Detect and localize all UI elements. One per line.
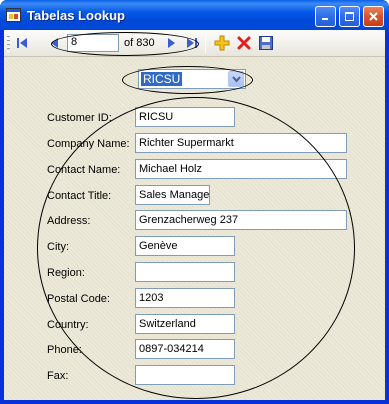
lookup-combobox[interactable]: RICSU (138, 69, 246, 89)
position-item-field[interactable]: 8 (67, 34, 119, 52)
fax-label: Fax: (47, 370, 69, 382)
postal-code-label: Postal Code: (47, 293, 110, 305)
country-label: Country: (47, 319, 89, 331)
contact-name-label: Contact Name: (47, 164, 121, 176)
fax-field[interactable] (135, 365, 235, 385)
move-next-icon[interactable] (164, 35, 180, 51)
minimize-icon (322, 18, 328, 20)
address-label: Address: (47, 215, 91, 227)
add-new-icon[interactable] (214, 35, 230, 51)
contact-title-field[interactable]: Sales Manage (135, 185, 210, 205)
phone-field[interactable]: 0897-034214 (135, 339, 235, 359)
chevron-down-icon (231, 75, 241, 83)
toolbar-grip[interactable] (7, 35, 10, 52)
contact-name-field[interactable]: Michael Holz (135, 159, 347, 179)
customer-id-field[interactable]: RICSU (135, 107, 235, 127)
company-name-field[interactable]: Richter Supermarkt (135, 133, 347, 153)
city-label: City: (47, 241, 69, 253)
save-icon[interactable] (258, 35, 274, 51)
company-name-label: Company Name: (47, 138, 130, 150)
country-field[interactable]: Switzerland (135, 314, 235, 334)
region-field[interactable] (135, 262, 235, 282)
delete-icon[interactable] (236, 35, 252, 51)
app-form-icon (6, 8, 21, 22)
move-previous-icon[interactable] (46, 35, 62, 51)
maximize-icon (345, 12, 354, 21)
record-count-label: of 830 (124, 37, 155, 49)
form-client-area: 8 of 830 RICSU Customer ID: RICSU Compan… (4, 30, 385, 400)
postal-code-field[interactable]: 1203 (135, 288, 235, 308)
minimize-button[interactable] (315, 6, 336, 27)
address-field[interactable]: Grenzacherweg 237 (135, 210, 347, 230)
close-icon (369, 12, 378, 21)
title-bar[interactable]: Tabelas Lookup (0, 0, 389, 30)
move-last-icon[interactable] (184, 35, 200, 51)
move-first-icon[interactable] (14, 35, 30, 51)
close-button[interactable] (363, 6, 384, 27)
toolbar-separator (205, 34, 206, 53)
combobox-dropdown-button[interactable] (228, 71, 244, 87)
phone-label: Phone: (47, 344, 82, 356)
city-field[interactable]: Genève (135, 236, 235, 256)
region-label: Region: (47, 267, 85, 279)
customer-id-label: Customer ID: (47, 112, 112, 124)
binding-navigator: 8 of 830 (4, 30, 385, 57)
contact-title-label: Contact Title: (47, 190, 112, 202)
window-title: Tabelas Lookup (27, 8, 125, 23)
lookup-selected-value: RICSU (141, 72, 183, 86)
app-window: Tabelas Lookup 8 of 830 RICSU Customer I… (0, 0, 389, 404)
maximize-button[interactable] (339, 6, 360, 27)
